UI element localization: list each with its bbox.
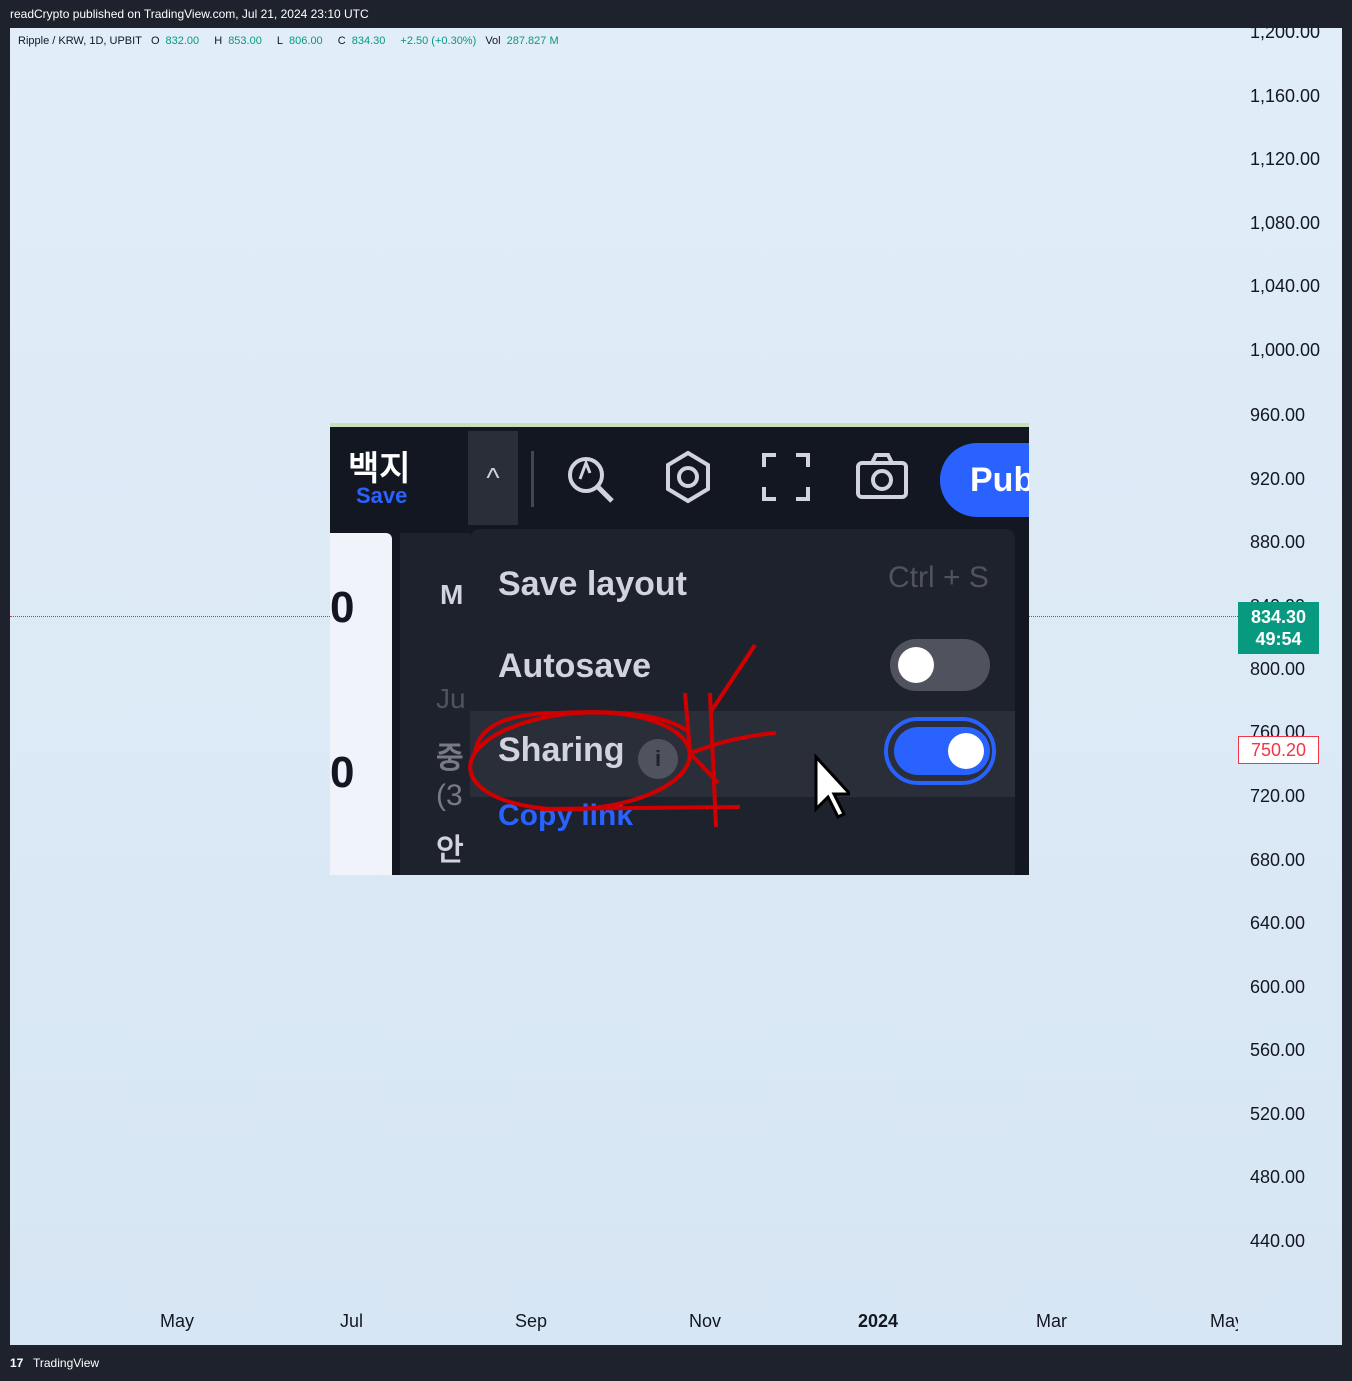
price-tick: 960.00 (1250, 405, 1306, 425)
price-tick: 1,040.00 (1250, 276, 1321, 296)
quick-search-icon[interactable] (562, 449, 618, 505)
partial-list-column: M Ju 중 (3 안 (400, 533, 470, 875)
left-panel: 0 0 (330, 533, 392, 875)
time-tick: May (1210, 1311, 1238, 1331)
footer: 17 TradingView (0, 1345, 1352, 1381)
partial-label: Ju (436, 683, 466, 714)
sharing-item[interactable]: Sharing (498, 731, 625, 770)
copy-link[interactable]: Copy link (498, 799, 633, 833)
save-shortcut: Ctrl + S (888, 561, 989, 594)
price-tick: 1,000.00 (1250, 340, 1321, 360)
price-tick: 720.00 (1250, 786, 1306, 806)
vol-value: 287.827 M (506, 35, 559, 47)
time-tick: Jul (340, 1311, 364, 1331)
high-value: 853.00 (228, 35, 262, 47)
time-tick: Mar (1036, 1311, 1067, 1331)
price-tick: 680.00 (1250, 850, 1306, 870)
info-icon[interactable]: i (638, 739, 678, 779)
current-price: 834.30 (1250, 607, 1307, 627)
settings-icon[interactable] (660, 449, 716, 505)
time-tick: Nov (689, 1311, 722, 1331)
camera-icon[interactable] (854, 449, 910, 505)
partial-label: 중 (436, 741, 464, 776)
fullscreen-icon[interactable] (758, 449, 814, 505)
price-tick: 1,120.00 (1250, 149, 1321, 169)
vol-label: Vol (485, 35, 501, 47)
close-label: C (337, 35, 346, 47)
price-tick: 1,160.00 (1250, 86, 1321, 106)
partial-label: (3 (436, 779, 463, 812)
time-tick: Sep (515, 1311, 548, 1331)
price-tick: 920.00 (1250, 469, 1306, 489)
partial-label: M (440, 579, 464, 610)
price-tick: 600.00 (1250, 977, 1306, 997)
panel-value: 0 (330, 583, 355, 632)
chart-legend: Ripple / KRW, 1D, UPBIT O 832.00 H 853.00 … (18, 35, 571, 47)
price-tick: 560.00 (1250, 1040, 1306, 1060)
price-tick: 800.00 (1250, 659, 1306, 679)
brand-name[interactable]: TradingView (33, 1356, 99, 1370)
tradingview-logo-icon[interactable]: 17 (10, 1356, 23, 1370)
change-value: +2.50 (+0.30%) (400, 35, 477, 47)
price-tick: 640.00 (1250, 913, 1306, 933)
embedded-screenshot: 백지 Save ^ Pub 0 0 M Ju 중 (3 안 Save layou… (330, 423, 1029, 875)
time-tick: May (160, 1311, 195, 1331)
screenshot-toolbar: 백지 Save ^ Pub (330, 427, 1029, 525)
save-status: Save (356, 483, 408, 508)
toggle-knob (898, 647, 934, 683)
close-value: 834.30 (351, 35, 386, 47)
mouse-cursor-icon (814, 753, 850, 820)
toolbar-divider (531, 451, 534, 507)
bar-countdown: 49:54 (1255, 629, 1302, 649)
current-price-tag: 834.30 49:54 (1238, 602, 1319, 654)
toggle-knob (948, 733, 984, 769)
autosave-item[interactable]: Autosave (498, 647, 651, 686)
price-tick: 480.00 (1250, 1167, 1306, 1187)
low-value: 806.00 (289, 35, 323, 47)
open-label: O (150, 35, 160, 47)
low-label: L (276, 35, 284, 47)
layout-menu-toggle[interactable]: ^ (468, 431, 518, 525)
save-layout-item[interactable]: Save layout (498, 565, 687, 604)
autosave-toggle[interactable] (890, 639, 990, 691)
price-tick: 1,080.00 (1250, 213, 1321, 233)
time-tick: 2024 (858, 1311, 899, 1331)
publish-button[interactable]: Pub (940, 443, 1029, 517)
price-tick: 1,200.00 (1250, 28, 1321, 42)
publish-info: readCrypto published on TradingView.com,… (10, 7, 369, 21)
low-price-tag: 750.20 (1238, 736, 1319, 764)
layout-dropdown-menu: Save layout Ctrl + S Autosave Sharing i … (470, 529, 1015, 875)
high-label: H (214, 35, 223, 47)
open-value: 832.00 (165, 35, 200, 47)
price-tick: 440.00 (1250, 1231, 1306, 1251)
sharing-toggle[interactable] (884, 717, 996, 785)
price-tick: 520.00 (1250, 1104, 1306, 1124)
chart-area[interactable]: Ripple / KRW, 1D, UPBIT O 832.00 H 853.00 … (10, 28, 1342, 1345)
symbol-label[interactable]: Ripple / KRW, 1D, UPBIT (18, 35, 142, 47)
panel-value: 0 (330, 748, 355, 797)
price-tick: 880.00 (1250, 532, 1306, 552)
publish-header: readCrypto published on TradingView.com,… (0, 0, 1352, 28)
partial-label: 안 (436, 833, 464, 868)
scroll-edge (1015, 533, 1029, 875)
